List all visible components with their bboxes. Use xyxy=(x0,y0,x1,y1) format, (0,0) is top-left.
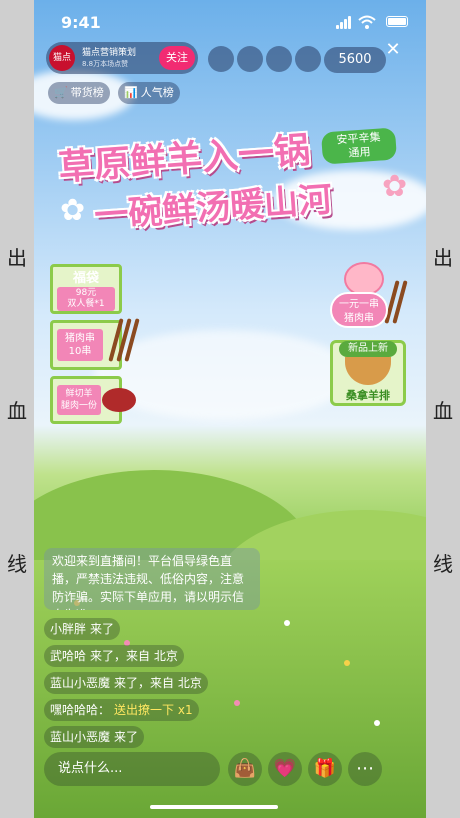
card-label: 猪肉串 10串 xyxy=(57,329,103,361)
card-line: 腿肉一份 xyxy=(60,401,97,411)
host-likes: 8.8万本场点赞 xyxy=(82,60,129,68)
bleed-char: 血 xyxy=(433,399,453,423)
viewer-avatar[interactable] xyxy=(208,46,234,72)
card-label: 鲜切羊 腿肉一份 xyxy=(57,385,101,415)
chat-text: 来了，来自 xyxy=(114,676,175,690)
bleed-char: 血 xyxy=(7,399,27,423)
close-icon[interactable]: ✕ xyxy=(384,38,402,62)
region-badge: 安平辛集 通用 xyxy=(320,127,398,165)
chat-text: 来了 xyxy=(90,622,115,636)
chat-user[interactable]: 嘿哈哈哈： xyxy=(50,703,110,717)
promo-line: 一元一串 xyxy=(339,299,379,310)
flower xyxy=(284,620,290,626)
more-icon[interactable]: ⋯ xyxy=(348,752,382,786)
bowl-image xyxy=(345,357,391,385)
popularity-rank-button[interactable]: 📊 人气榜 xyxy=(118,82,180,104)
chat-user[interactable]: 武哈哈 xyxy=(50,649,86,663)
chat-place: 北京 xyxy=(177,676,202,690)
status-bar: 9:41 xyxy=(34,0,426,42)
bleed-char: 线 xyxy=(433,552,453,576)
pork-skewer-card[interactable]: 猪肉串 10串 xyxy=(50,320,122,370)
flower-icon: ✿ xyxy=(60,193,86,228)
rank-label: 人气榜 xyxy=(140,86,174,99)
chat-user[interactable]: 蓝山小恶魔 xyxy=(50,730,110,744)
host-name: 猫点营销策划 xyxy=(82,48,137,58)
chat-user[interactable]: 蓝山小恶魔 xyxy=(50,676,110,690)
pork-skewer-promo[interactable]: 一元一串 猪肉串 xyxy=(330,292,388,328)
card-line: 双人餐*1 xyxy=(67,299,105,309)
gift-icon[interactable]: 🎁 xyxy=(308,752,342,786)
card-line: 98元 xyxy=(75,288,97,298)
follow-button[interactable]: 关注 xyxy=(159,46,195,70)
card-line: 猪肉串 xyxy=(65,333,95,344)
chat-place: 北京 xyxy=(153,649,178,663)
chart-icon: 📊 xyxy=(124,86,138,99)
flower xyxy=(374,720,380,726)
battery-icon xyxy=(386,16,408,27)
flower xyxy=(344,660,350,666)
home-indicator[interactable] xyxy=(150,805,278,809)
bleed-strip-left: 出 血 线 xyxy=(0,0,34,818)
viewer-avatar[interactable] xyxy=(266,46,292,72)
status-time: 9:41 xyxy=(61,13,101,32)
chat-message: 蓝山小恶魔 来了，来自 北京 xyxy=(44,672,208,694)
chat-gift-message: 嘿哈哈哈： 送出撩一下 x1 xyxy=(44,699,199,721)
bleed-char: 出 xyxy=(7,246,27,270)
lucky-bag-card[interactable]: 福袋 98元 双人餐*1 xyxy=(50,264,122,314)
new-product-title: 新品上新 xyxy=(339,341,397,357)
host-avatar[interactable]: 猫点 xyxy=(49,45,75,71)
bleed-strip-right: 出 血 线 xyxy=(426,0,460,818)
chat-text: 来了，来自 xyxy=(90,649,151,663)
sales-rank-button[interactable]: 🛒 带货榜 xyxy=(48,82,110,104)
bleed-char: 线 xyxy=(7,552,27,576)
page: 出 血 线 出 血 线 9:41 猫点 猫点营销策划 8.8万本场点赞 关注 5… xyxy=(0,0,460,818)
pig-icon xyxy=(344,262,384,296)
flower-icon: ✿ xyxy=(382,169,408,204)
card-line: 鲜切羊 xyxy=(65,389,93,399)
card-line: 10串 xyxy=(68,346,92,357)
heart-icon[interactable]: 💗 xyxy=(268,752,302,786)
card-price: 98元 双人餐*1 xyxy=(57,287,115,311)
gift-text: 送出撩一下 xyxy=(114,703,175,717)
chat-message: 武哈哈 来了，来自 北京 xyxy=(44,645,184,667)
gift-count: x1 xyxy=(177,703,193,717)
rank-label: 带货榜 xyxy=(70,86,104,99)
chat-message: 小胖胖 来了 xyxy=(44,618,121,640)
chat-user[interactable]: 小胖胖 xyxy=(50,622,86,636)
viewer-avatar[interactable] xyxy=(295,46,321,72)
flower xyxy=(234,700,240,706)
viewer-count[interactable]: 5600 xyxy=(324,47,386,73)
chat-text: 来了 xyxy=(114,730,139,744)
new-product-card[interactable]: 新品上新 桑拿羊排 xyxy=(330,340,406,406)
chat-message: 蓝山小恶魔 来了 xyxy=(44,726,145,748)
bleed-char: 出 xyxy=(433,246,453,270)
viewer-avatar[interactable] xyxy=(237,46,263,72)
cart-icon: 🛒 xyxy=(54,86,68,99)
meat-image xyxy=(102,388,136,412)
wifi-icon xyxy=(358,15,376,29)
new-product-label: 桑拿羊排 xyxy=(346,389,390,402)
platform-notice: 欢迎来到直播间！平台倡导绿色直播，严禁违法违规、低俗内容，注意防诈骗。实际下单应… xyxy=(44,548,260,610)
host-card[interactable]: 猫点 猫点营销策划 8.8万本场点赞 关注 xyxy=(46,42,198,74)
comment-input[interactable]: 说点什么... xyxy=(44,752,220,786)
shopping-bag-icon[interactable]: 👜 xyxy=(228,752,262,786)
status-icons xyxy=(336,15,408,29)
live-stream-screen: 9:41 猫点 猫点营销策划 8.8万本场点赞 关注 5600 ✕ 🛒 带货榜 … xyxy=(34,0,426,818)
promo-line: 猪肉串 xyxy=(344,313,374,324)
card-title: 福袋 xyxy=(72,271,99,286)
